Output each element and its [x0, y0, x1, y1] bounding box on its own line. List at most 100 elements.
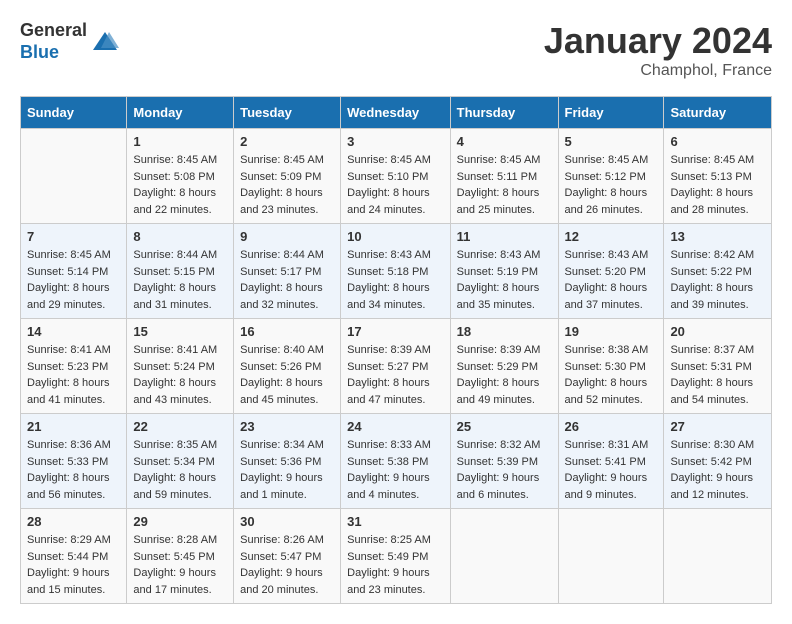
logo-icon — [91, 28, 119, 56]
day-number: 27 — [670, 419, 765, 434]
day-detail: Sunrise: 8:28 AMSunset: 5:45 PMDaylight:… — [133, 532, 227, 598]
calendar-day-cell: 3Sunrise: 8:45 AMSunset: 5:10 PMDaylight… — [341, 129, 451, 224]
day-detail: Sunrise: 8:43 AMSunset: 5:20 PMDaylight:… — [565, 247, 658, 313]
day-detail: Sunrise: 8:38 AMSunset: 5:30 PMDaylight:… — [565, 342, 658, 408]
day-number: 18 — [457, 324, 552, 339]
calendar-day-cell: 7Sunrise: 8:45 AMSunset: 5:14 PMDaylight… — [21, 224, 127, 319]
day-number: 9 — [240, 229, 334, 244]
day-number: 19 — [565, 324, 658, 339]
day-number: 17 — [347, 324, 444, 339]
calendar-day-cell: 14Sunrise: 8:41 AMSunset: 5:23 PMDayligh… — [21, 319, 127, 414]
day-detail: Sunrise: 8:36 AMSunset: 5:33 PMDaylight:… — [27, 437, 120, 503]
day-detail: Sunrise: 8:39 AMSunset: 5:27 PMDaylight:… — [347, 342, 444, 408]
day-detail: Sunrise: 8:39 AMSunset: 5:29 PMDaylight:… — [457, 342, 552, 408]
day-number: 29 — [133, 514, 227, 529]
calendar-day-cell — [450, 509, 558, 604]
calendar-day-cell: 18 Sunrise: 8:39 AMSunset: 5:29 PMDayligh… — [450, 319, 558, 414]
day-number: 22 — [133, 419, 227, 434]
calendar-day-cell: 21 Sunrise: 8:36 AMSunset: 5:33 PMDayligh… — [21, 414, 127, 509]
day-number: 13 — [670, 229, 765, 244]
calendar-day-cell: 28Sunrise: 8:29 AMSunset: 5:44 PMDayligh… — [21, 509, 127, 604]
day-detail: Sunrise: 8:43 AMSunset: 5:19 PMDaylight:… — [457, 247, 552, 313]
day-header: Thursday — [450, 97, 558, 129]
day-number: 28 — [27, 514, 120, 529]
day-detail: Sunrise: 8:45 AMSunset: 5:08 PMDaylight:… — [133, 152, 227, 218]
calendar-day-cell: 13 Sunrise: 8:42 AMSunset: 5:22 PMDayligh… — [664, 224, 772, 319]
day-number: 20 — [670, 324, 765, 339]
day-number: 30 — [240, 514, 334, 529]
calendar-day-cell: 16 Sunrise: 8:40 AMSunset: 5:26 PMDayligh… — [234, 319, 341, 414]
day-detail: Sunrise: 8:45 AMSunset: 5:11 PMDaylight:… — [457, 152, 552, 218]
day-number: 1 — [133, 134, 227, 149]
calendar-table: SundayMondayTuesdayWednesdayThursdayFrid… — [20, 96, 772, 604]
day-header: Wednesday — [341, 97, 451, 129]
day-detail: Sunrise: 8:35 AMSunset: 5:34 PMDaylight:… — [133, 437, 227, 503]
calendar-day-cell: 5Sunrise: 8:45 AMSunset: 5:12 PMDaylight… — [558, 129, 664, 224]
day-number: 24 — [347, 419, 444, 434]
day-detail: Sunrise: 8:26 AMSunset: 5:47 PMDaylight:… — [240, 532, 334, 598]
day-detail: Sunrise: 8:42 AMSunset: 5:22 PMDaylight:… — [670, 247, 765, 313]
calendar-day-cell: 20 Sunrise: 8:37 AMSunset: 5:31 PMDayligh… — [664, 319, 772, 414]
title-section: January 2024 Champhol, France — [544, 20, 772, 80]
day-detail: Sunrise: 8:43 AMSunset: 5:18 PMDaylight:… — [347, 247, 444, 313]
day-detail: Sunrise: 8:45 AMSunset: 5:09 PMDaylight:… — [240, 152, 334, 218]
day-number: 15 — [133, 324, 227, 339]
calendar-day-cell: 25Sunrise: 8:32 AMSunset: 5:39 PMDayligh… — [450, 414, 558, 509]
day-number: 8 — [133, 229, 227, 244]
logo: General Blue — [20, 20, 119, 63]
day-number: 4 — [457, 134, 552, 149]
calendar-day-cell: 11 Sunrise: 8:43 AMSunset: 5:19 PMDayligh… — [450, 224, 558, 319]
calendar-day-cell: 24 Sunrise: 8:33 AMSunset: 5:38 PMDayligh… — [341, 414, 451, 509]
calendar-day-cell: 9 Sunrise: 8:44 AMSunset: 5:17 PMDaylight… — [234, 224, 341, 319]
calendar-day-cell: 12 Sunrise: 8:43 AMSunset: 5:20 PMDayligh… — [558, 224, 664, 319]
calendar-week-row: 7Sunrise: 8:45 AMSunset: 5:14 PMDaylight… — [21, 224, 772, 319]
calendar-day-cell — [664, 509, 772, 604]
day-header: Saturday — [664, 97, 772, 129]
day-number: 11 — [457, 229, 552, 244]
calendar-day-cell: 29 Sunrise: 8:28 AMSunset: 5:45 PMDayligh… — [127, 509, 234, 604]
day-number: 21 — [27, 419, 120, 434]
day-detail: Sunrise: 8:45 AMSunset: 5:10 PMDaylight:… — [347, 152, 444, 218]
day-detail: Sunrise: 8:41 AMSunset: 5:24 PMDaylight:… — [133, 342, 227, 408]
day-number: 31 — [347, 514, 444, 529]
calendar-day-cell: 26Sunrise: 8:31 AMSunset: 5:41 PMDayligh… — [558, 414, 664, 509]
day-detail: Sunrise: 8:25 AMSunset: 5:49 PMDaylight:… — [347, 532, 444, 598]
calendar-week-row: 21 Sunrise: 8:36 AMSunset: 5:33 PMDayligh… — [21, 414, 772, 509]
day-detail: Sunrise: 8:37 AMSunset: 5:31 PMDaylight:… — [670, 342, 765, 408]
calendar-day-cell — [21, 129, 127, 224]
day-number: 7 — [27, 229, 120, 244]
day-number: 5 — [565, 134, 658, 149]
day-number: 23 — [240, 419, 334, 434]
calendar-day-cell: 23 Sunrise: 8:34 AMSunset: 5:36 PMDayligh… — [234, 414, 341, 509]
day-detail: Sunrise: 8:45 AMSunset: 5:13 PMDaylight:… — [670, 152, 765, 218]
day-detail: Sunrise: 8:33 AMSunset: 5:38 PMDaylight:… — [347, 437, 444, 503]
day-number: 2 — [240, 134, 334, 149]
calendar-day-cell: 2 Sunrise: 8:45 AMSunset: 5:09 PMDaylight… — [234, 129, 341, 224]
calendar-day-cell: 31 Sunrise: 8:25 AMSunset: 5:49 PMDayligh… — [341, 509, 451, 604]
calendar-header: SundayMondayTuesdayWednesdayThursdayFrid… — [21, 97, 772, 129]
calendar-day-cell: 1 Sunrise: 8:45 AMSunset: 5:08 PMDaylight… — [127, 129, 234, 224]
day-number: 26 — [565, 419, 658, 434]
logo-general: General — [20, 20, 87, 42]
logo-blue: Blue — [20, 42, 87, 64]
day-number: 25 — [457, 419, 552, 434]
calendar-day-cell: 8Sunrise: 8:44 AMSunset: 5:15 PMDaylight… — [127, 224, 234, 319]
day-header: Sunday — [21, 97, 127, 129]
calendar-day-cell: 15 Sunrise: 8:41 AMSunset: 5:24 PMDayligh… — [127, 319, 234, 414]
calendar-day-cell: 30 Sunrise: 8:26 AMSunset: 5:47 PMDayligh… — [234, 509, 341, 604]
day-detail: Sunrise: 8:34 AMSunset: 5:36 PMDaylight:… — [240, 437, 334, 503]
calendar-day-cell — [558, 509, 664, 604]
day-header: Friday — [558, 97, 664, 129]
calendar-day-cell: 27Sunrise: 8:30 AMSunset: 5:42 PMDayligh… — [664, 414, 772, 509]
month-title: January 2024 — [544, 20, 772, 62]
calendar-day-cell: 22 Sunrise: 8:35 AMSunset: 5:34 PMDayligh… — [127, 414, 234, 509]
day-number: 16 — [240, 324, 334, 339]
day-header: Monday — [127, 97, 234, 129]
day-number: 12 — [565, 229, 658, 244]
day-number: 14 — [27, 324, 120, 339]
day-detail: Sunrise: 8:44 AMSunset: 5:17 PMDaylight:… — [240, 247, 334, 313]
header-row: SundayMondayTuesdayWednesdayThursdayFrid… — [21, 97, 772, 129]
calendar-day-cell: 6 Sunrise: 8:45 AMSunset: 5:13 PMDaylight… — [664, 129, 772, 224]
day-detail: Sunrise: 8:40 AMSunset: 5:26 PMDaylight:… — [240, 342, 334, 408]
day-number: 6 — [670, 134, 765, 149]
